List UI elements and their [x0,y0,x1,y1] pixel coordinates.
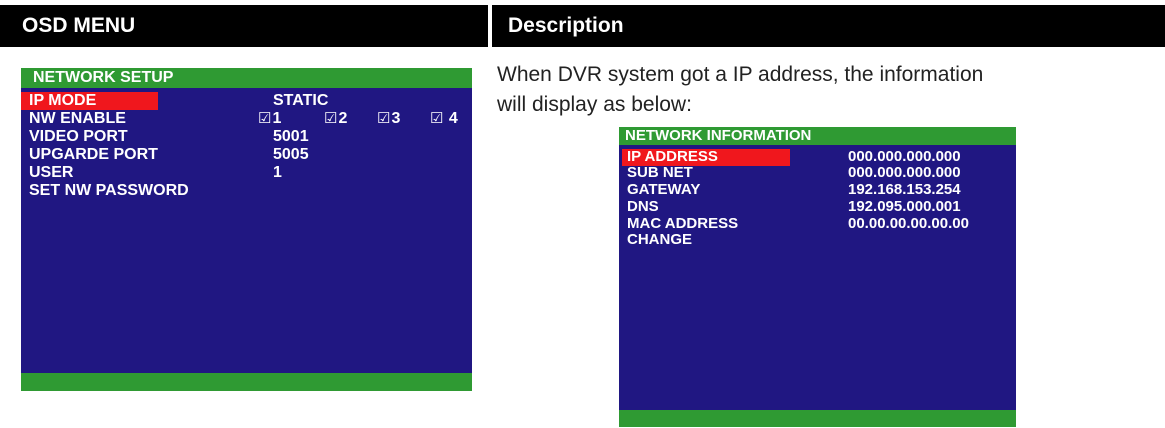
checkbox-checked-icon: ☑ [430,110,444,127]
info-item-label: SUB NET [627,164,693,181]
checkbox-checked-icon: ☑ [258,110,272,127]
menu-item-upgrade-port[interactable]: UPGARDE PORT 5005 [21,146,472,164]
channel-4-checkbox[interactable]: ☑ 4 [430,110,458,128]
menu-item-value: 1 [273,164,282,181]
channel-label: 3 [391,110,401,127]
info-item-value: 000.000.000.000 [848,148,961,165]
channel-label: 1 [272,110,282,127]
network-information-panel: NETWORK INFORMATION IP ADDRESS 000.000.0… [619,127,1016,427]
info-item-label: MAC ADDRESS [627,215,739,232]
network-information-title: NETWORK INFORMATION [619,127,1016,145]
description-header: Description [492,5,1165,47]
menu-item-ip-mode[interactable]: IP MODE STATIC [21,92,472,110]
channel-1-checkbox[interactable]: ☑1 [258,110,281,128]
menu-item-value: 5005 [273,146,309,163]
network-information-footer-bar [619,410,1016,427]
info-item-ip-address[interactable]: IP ADDRESS 000.000.000.000 [619,148,1016,166]
channel-2-checkbox[interactable]: ☑2 [324,110,347,128]
menu-item-video-port[interactable]: VIDEO PORT 5001 [21,128,472,146]
menu-item-nw-enable[interactable]: NW ENABLE ☑1 ☑2 ☑3 ☑ 4 [21,110,472,128]
menu-item-value: 5001 [273,128,309,145]
network-setup-title: NETWORK SETUP [21,68,472,88]
info-item-value: 00.00.00.00.00.00 [848,215,969,232]
info-item-sub-net[interactable]: SUB NET 000.000.000.000 [619,165,1016,181]
info-item-value: 192.168.153.254 [848,181,961,198]
menu-item-label: SET NW PASSWORD [29,182,189,199]
menu-item-label: NW ENABLE [29,110,126,127]
info-item-change[interactable]: CHANGE [619,232,1016,248]
info-item-dns[interactable]: DNS 192.095.000.001 [619,199,1016,215]
description-line-2: will display as below: [497,93,692,116]
network-setup-panel: NETWORK SETUP IP MODE STATIC NW ENABLE ☑… [21,68,472,391]
checkbox-checked-icon: ☑ [324,110,338,127]
info-item-gateway[interactable]: GATEWAY 192.168.153.254 [619,182,1016,198]
menu-item-label: USER [29,164,74,181]
menu-item-label: IP MODE [29,92,97,109]
info-item-label: CHANGE [627,231,693,248]
info-item-value: 000.000.000.000 [848,164,961,181]
menu-item-label: VIDEO PORT [29,128,128,145]
channel-label: 2 [338,110,348,127]
info-item-label: GATEWAY [627,181,701,198]
menu-item-label: UPGARDE PORT [29,146,158,163]
info-item-label: IP ADDRESS [627,148,718,165]
checkbox-checked-icon: ☑ [377,110,391,127]
description-line-1: When DVR system got a IP address, the in… [497,63,984,86]
menu-item-set-nw-password[interactable]: SET NW PASSWORD [21,182,472,200]
network-setup-footer-bar [21,373,472,391]
osd-menu-header: OSD MENU [0,5,488,47]
info-item-mac-address[interactable]: MAC ADDRESS 00.00.00.00.00.00 [619,216,1016,232]
menu-item-value: STATIC [273,92,329,109]
menu-item-user[interactable]: USER 1 [21,164,472,182]
info-item-value: 192.095.000.001 [848,198,961,215]
info-item-label: DNS [627,198,659,215]
channel-label: 4 [448,110,458,127]
channel-3-checkbox[interactable]: ☑3 [377,110,400,128]
